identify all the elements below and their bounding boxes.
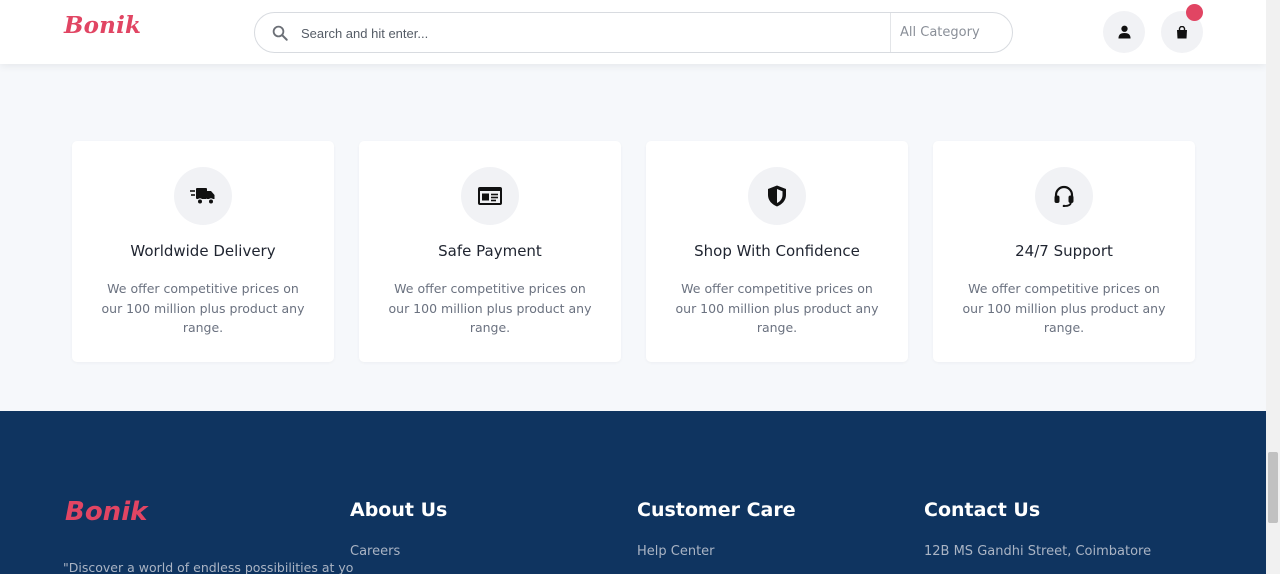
footer-link-help-center[interactable]: Help Center [637,544,715,559]
feature-card-confidence: Shop With Confidence We offer competitiv… [646,141,908,362]
id-card-icon [478,187,502,205]
feature-card-support: 24/7 Support We offer competitive prices… [933,141,1195,362]
footer-logo[interactable]: Bonik [65,497,147,527]
feature-icon-wrapper [748,167,806,225]
feature-card-payment: Safe Payment We offer competitive prices… [359,141,621,362]
feature-title: Worldwide Delivery [130,242,276,260]
cart-count-badge [1186,4,1203,21]
truck-icon [190,188,215,205]
user-icon [1117,25,1131,39]
footer-heading-contact: Contact Us [924,499,1041,521]
footer-tagline: "Discover a world of endless possibiliti… [63,560,353,574]
feature-description: We offer competitive prices on our 100 m… [101,281,305,335]
category-dropdown[interactable]: All Category [890,13,1012,52]
headset-icon [1054,185,1074,207]
brand-logo[interactable]: Bonik [64,12,141,39]
feature-icon-wrapper [461,167,519,225]
page-scrollbar[interactable] [1266,0,1280,574]
feature-title: 24/7 Support [1015,242,1113,260]
shield-icon [768,185,786,207]
footer-link-careers[interactable]: Careers [350,544,400,559]
feature-description: We offer competitive prices on our 100 m… [962,281,1166,335]
feature-title: Shop With Confidence [694,242,860,260]
search-bar: All Category [254,12,1013,53]
feature-icon-wrapper [1035,167,1093,225]
scrollbar-thumb[interactable] [1268,452,1278,523]
feature-description: We offer competitive prices on our 100 m… [675,281,879,335]
footer-contact-address: 12B MS Gandhi Street, Coimbatore [924,544,1152,559]
account-button[interactable] [1103,11,1145,53]
search-input[interactable] [301,21,881,45]
feature-title: Safe Payment [438,242,542,260]
footer-heading-customer-care: Customer Care [637,499,796,521]
feature-card-delivery: Worldwide Delivery We offer competitive … [72,141,334,362]
site-header: Bonik All Category [0,0,1266,64]
feature-description: We offer competitive prices on our 100 m… [388,281,592,335]
search-icon[interactable] [271,24,289,42]
footer-heading-about: About Us [350,499,448,521]
site-footer: Bonik "Discover a world of endless possi… [0,411,1266,574]
shopping-bag-icon [1177,25,1187,38]
feature-icon-wrapper [174,167,232,225]
